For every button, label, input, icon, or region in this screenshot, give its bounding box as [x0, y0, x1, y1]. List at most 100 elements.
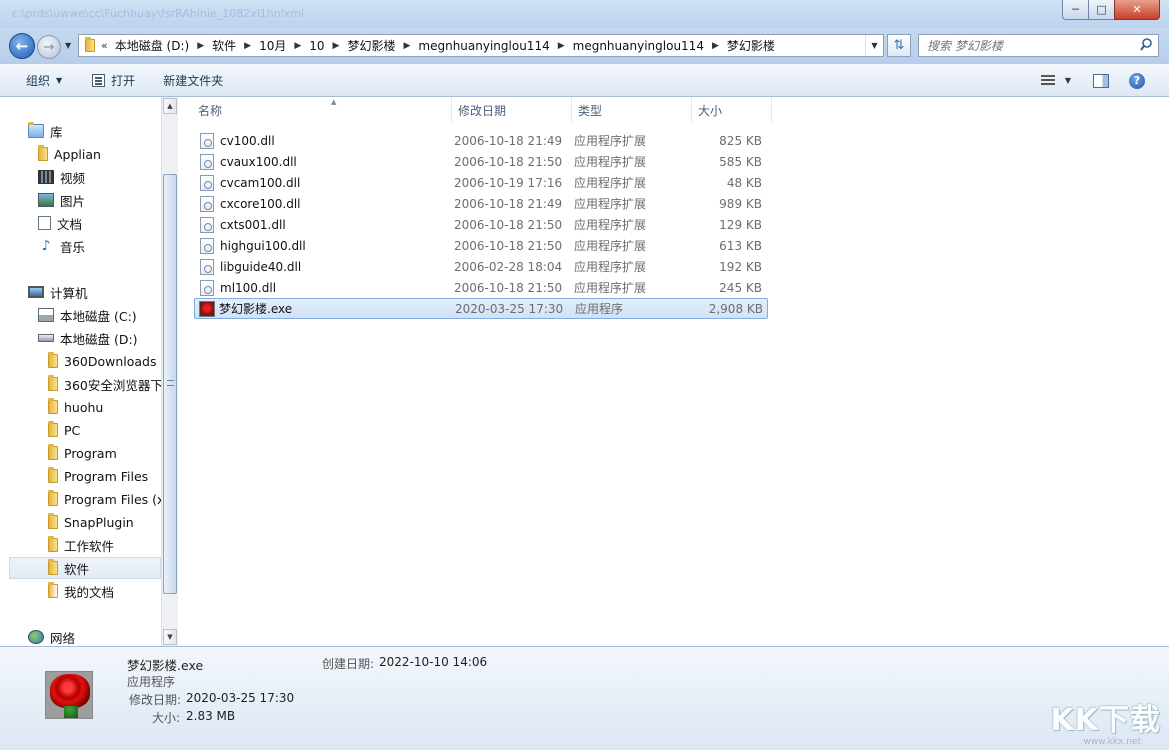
column-header-type[interactable]: 类型: [572, 97, 692, 123]
nav-music[interactable]: ♪ 音乐: [38, 235, 161, 257]
breadcrumb-october[interactable]: 10月: [257, 37, 288, 54]
scroll-thumb[interactable]: [163, 174, 177, 594]
close-button[interactable]: ✕: [1114, 0, 1160, 20]
nav-program-files-x86[interactable]: Program Files (x: [48, 488, 161, 510]
file-row-selected[interactable]: 梦幻影楼.exe 2020-03-25 17:30 应用程序 2,908 KB: [194, 298, 768, 319]
organize-button[interactable]: 组织 ▼: [18, 68, 70, 92]
file-type: 应用程序扩展: [574, 176, 647, 190]
column-type-label: 类型: [578, 103, 603, 118]
preview-pane-button[interactable]: [1093, 73, 1109, 88]
breadcrumb-10[interactable]: 10: [307, 39, 326, 53]
file-row[interactable]: highgui100.dll 2006-10-18 21:50 应用程序扩展 613 …: [194, 235, 768, 256]
chevron-down-icon: ▼: [65, 41, 72, 50]
forward-button[interactable]: →: [37, 35, 61, 59]
nav-label: 库: [50, 124, 63, 140]
nav-label: PC: [64, 422, 81, 438]
column-header-size[interactable]: 大小: [692, 97, 772, 123]
nav-label: 360安全浏览器下: [64, 377, 161, 393]
open-label: 打开: [111, 73, 136, 88]
search-input[interactable]: [919, 35, 1129, 56]
navigation-scrollbar[interactable]: ▲ ▼: [161, 97, 178, 646]
file-size: 825 KB: [719, 133, 762, 148]
breadcrumb-separator-icon[interactable]: ▶: [327, 41, 346, 51]
breadcrumb-megnhuanyinglou114-a[interactable]: megnhuanyinglou114: [416, 39, 551, 53]
scroll-down-button[interactable]: ▼: [163, 629, 177, 645]
dll-file-icon: [200, 216, 214, 233]
file-row[interactable]: cvcam100.dll 2006-10-19 17:16 应用程序扩展 48 KB: [194, 172, 768, 193]
file-size: 129 KB: [719, 217, 762, 232]
nav-360downloads[interactable]: 360Downloads: [48, 350, 161, 372]
nav-huohu[interactable]: huohu: [48, 396, 161, 418]
open-button[interactable]: 打开: [84, 68, 143, 92]
file-row[interactable]: ml100.dll 2006-10-18 21:50 应用程序扩展 245 KB: [194, 277, 768, 298]
column-header-date[interactable]: 修改日期: [452, 97, 572, 123]
file-row[interactable]: cvaux100.dll 2006-10-18 21:50 应用程序扩展 585 KB: [194, 151, 768, 172]
nav-videos[interactable]: 视频: [38, 166, 161, 188]
breadcrumb-separator-icon[interactable]: ▶: [397, 41, 416, 51]
breadcrumb-current[interactable]: 梦幻影楼: [725, 37, 777, 54]
minimize-button[interactable]: ─: [1062, 0, 1089, 20]
recent-pages-button[interactable]: ▼: [65, 41, 71, 50]
back-button[interactable]: ←: [9, 33, 35, 59]
breadcrumb-separator-icon[interactable]: ▶: [552, 41, 571, 51]
network-icon: [28, 630, 44, 644]
change-view-button[interactable]: ▼: [1040, 74, 1071, 87]
nav-label: 网络: [50, 630, 76, 646]
minimize-icon: ─: [1072, 3, 1079, 16]
details-created-label: 创建日期:: [322, 657, 375, 671]
column-header-name[interactable]: 名称 ▲: [192, 97, 452, 123]
address-dropdown-button[interactable]: ▼: [865, 35, 883, 56]
breadcrumb-software[interactable]: 软件: [210, 37, 238, 54]
nav-pc[interactable]: PC: [48, 419, 161, 441]
file-name: cv100.dll: [220, 133, 275, 148]
file-type: 应用程序扩展: [574, 218, 647, 232]
nav-pictures[interactable]: 图片: [38, 189, 161, 211]
file-row[interactable]: cxcore100.dll 2006-10-18 21:49 应用程序扩展 989 K…: [194, 193, 768, 214]
nav-work-software[interactable]: 工作软件: [48, 534, 161, 556]
nav-network[interactable]: 网络: [28, 626, 161, 646]
breadcrumb-separator-icon[interactable]: ▶: [191, 41, 210, 51]
open-program-icon: [92, 73, 106, 87]
nav-software[interactable]: 软件: [9, 557, 161, 579]
address-bar[interactable]: « 本地磁盘 (D:) ▶ 软件 ▶ 10月 ▶ 10 ▶ 梦幻影楼 ▶ meg…: [78, 34, 884, 57]
breadcrumb-separator-icon[interactable]: ▶: [706, 41, 725, 51]
nav-applian[interactable]: Applian: [38, 143, 161, 165]
overflow-chevron-icon[interactable]: «: [99, 39, 113, 52]
nav-snapplugin[interactable]: SnapPlugin: [48, 511, 161, 533]
nav-program-files[interactable]: Program Files: [48, 465, 161, 487]
nav-computer[interactable]: 计算机: [28, 281, 161, 303]
maximize-button[interactable]: □: [1088, 0, 1115, 20]
file-size: 2,908 KB: [708, 301, 763, 316]
search-box[interactable]: [918, 34, 1159, 57]
refresh-button[interactable]: ⇅: [887, 34, 911, 57]
file-size: 192 KB: [719, 259, 762, 274]
navigation-pane[interactable]: 库 Applian 视频 图片 文档 ♪ 音乐 计算机 本地磁盘 (C:) 本地磁…: [0, 97, 161, 646]
file-thumbnail: [45, 671, 93, 719]
nav-my-documents[interactable]: 我的文档: [48, 580, 161, 602]
new-folder-button[interactable]: 新建文件夹: [155, 68, 231, 92]
breadcrumb-menghuan[interactable]: 梦幻影楼: [345, 37, 397, 54]
nav-drive-c[interactable]: 本地磁盘 (C:): [38, 304, 161, 326]
breadcrumb-drive-d[interactable]: 本地磁盘 (D:): [113, 37, 191, 54]
help-icon[interactable]: ?: [1129, 72, 1145, 89]
breadcrumb-megnhuanyinglou114-b[interactable]: megnhuanyinglou114: [571, 39, 706, 53]
nav-drive-d[interactable]: 本地磁盘 (D:): [38, 327, 161, 349]
window-title: c:\prds\uwwe\cc\Fuchhuay\fsrRAhinie_1082…: [12, 7, 305, 20]
breadcrumb-separator-icon[interactable]: ▶: [288, 41, 307, 51]
scroll-up-button[interactable]: ▲: [163, 98, 177, 114]
file-type: 应用程序扩展: [574, 239, 647, 253]
nav-program[interactable]: Program: [48, 442, 161, 464]
file-row[interactable]: cv100.dll 2006-10-18 21:49 应用程序扩展 825 KB: [194, 130, 768, 151]
file-name: libguide40.dll: [220, 259, 302, 274]
nav-label: Applian: [54, 146, 101, 162]
breadcrumb-separator-icon[interactable]: ▶: [238, 41, 257, 51]
nav-360browser[interactable]: 360安全浏览器下: [48, 373, 161, 395]
dll-file-icon: [200, 237, 214, 254]
nav-library[interactable]: 库: [28, 120, 161, 142]
search-icon[interactable]: [1140, 38, 1152, 52]
file-row[interactable]: libguide40.dll 2006-02-28 18:04 应用程序扩展 192 …: [194, 256, 768, 277]
nav-documents[interactable]: 文档: [38, 212, 161, 234]
file-row[interactable]: cxts001.dll 2006-10-18 21:50 应用程序扩展 129 KB: [194, 214, 768, 235]
file-list[interactable]: 名称 ▲ 修改日期 类型 大小 cv100.dll 2006-10-18 21:49…: [178, 97, 1169, 646]
file-date: 2006-10-18 21:50: [454, 238, 563, 253]
